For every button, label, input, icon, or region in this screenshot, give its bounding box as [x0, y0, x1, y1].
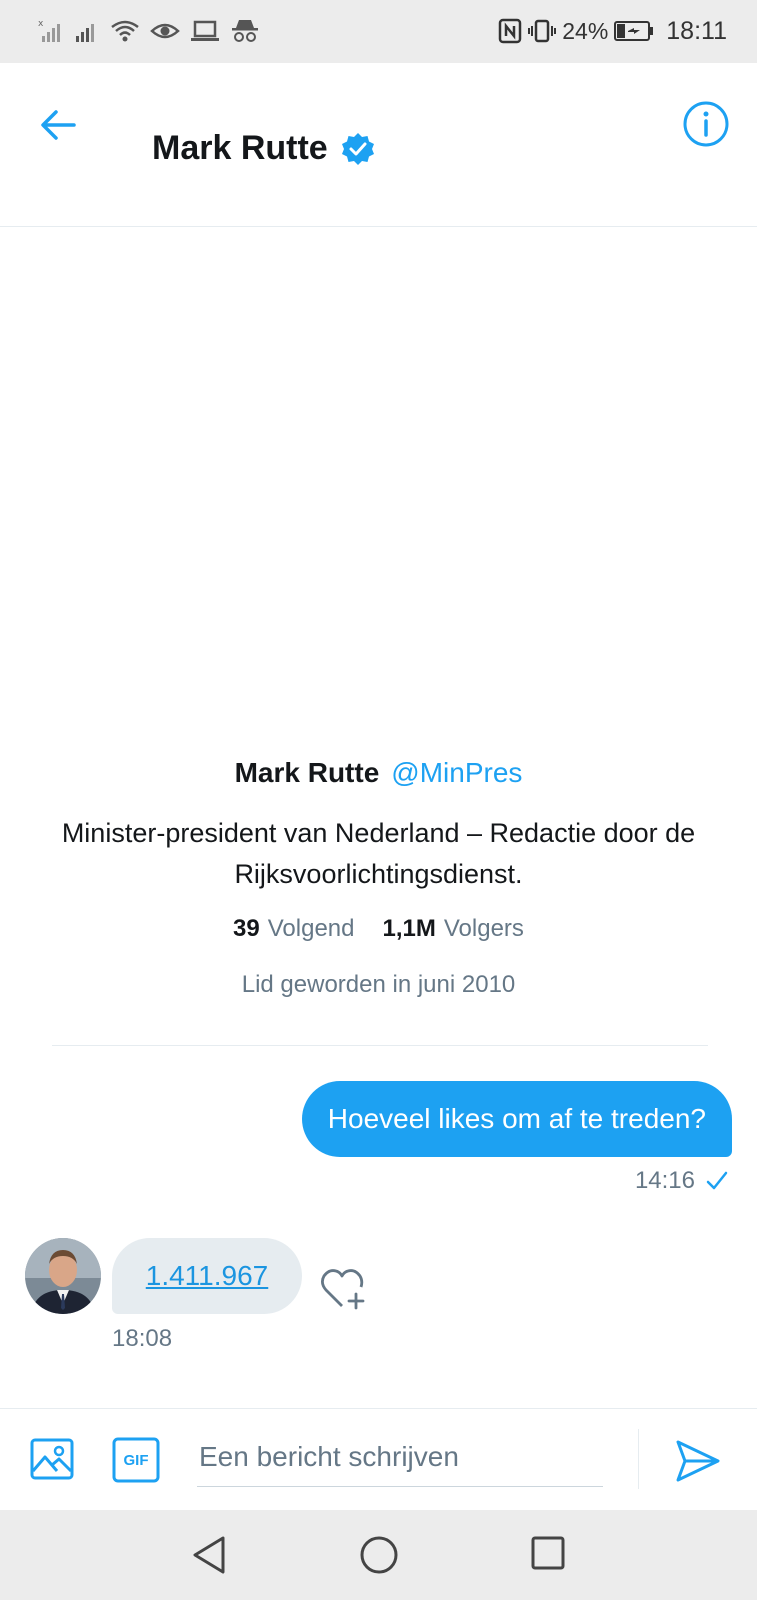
- laptop-icon: [190, 18, 220, 44]
- following-stat[interactable]: 39 Volgend: [233, 915, 354, 943]
- sent-message-meta: 14:16: [635, 1167, 729, 1195]
- gif-label: GIF: [123, 1451, 149, 1469]
- profile-stats: 39 Volgend 1,1M Volgers: [0, 915, 757, 943]
- incognito-icon: [230, 18, 260, 44]
- status-bar: x 24% 18:11: [0, 0, 757, 63]
- signal-icon: [74, 18, 100, 44]
- circle-home-icon: [360, 1536, 398, 1574]
- eye-icon: [150, 18, 180, 44]
- like-message-button[interactable]: [320, 1266, 370, 1312]
- sent-message-bubble[interactable]: Hoeveel likes om af te treden?: [301, 1081, 732, 1157]
- status-icons-left: x: [38, 16, 260, 46]
- composer-divider: [638, 1429, 639, 1489]
- profile-divider: [52, 1045, 708, 1046]
- nav-recents-button[interactable]: [530, 1535, 566, 1571]
- received-message-link[interactable]: 1.411.967: [146, 1260, 269, 1292]
- wifi-icon: [110, 18, 140, 44]
- message-input[interactable]: [197, 1427, 603, 1487]
- sender-avatar[interactable]: [25, 1238, 101, 1314]
- received-message-bubble: 1.411.967: [112, 1238, 302, 1314]
- info-button[interactable]: [682, 100, 730, 148]
- battery-charging-icon: [614, 19, 654, 43]
- profile-summary: Mark Rutte @MinPres Minister-president v…: [0, 757, 757, 999]
- nav-home-button[interactable]: [358, 1534, 400, 1576]
- status-icons-right: 24% 18:11: [498, 16, 727, 46]
- triangle-back-icon: [193, 1536, 225, 1574]
- send-icon: [676, 1440, 720, 1482]
- info-icon: [683, 101, 729, 147]
- header-title: Mark Rutte: [152, 129, 376, 168]
- profile-joined-date: Lid geworden in juni 2010: [241, 971, 516, 998]
- profile-name: Mark Rutte: [234, 757, 380, 788]
- following-count: 39: [233, 915, 260, 942]
- sent-check-icon: [706, 1171, 728, 1190]
- followers-count: 1,1M: [382, 915, 436, 942]
- profile-name-row: Mark Rutte @MinPres: [0, 757, 757, 789]
- battery-percent: 24%: [562, 17, 609, 44]
- profile-handle[interactable]: @MinPres: [391, 757, 522, 789]
- conversation-title: Mark Rutte: [152, 129, 328, 167]
- nav-back-button[interactable]: [190, 1534, 230, 1576]
- conversation-header: Mark Rutte: [0, 63, 757, 227]
- followers-label: Volgers: [443, 915, 524, 942]
- square-recents-icon: [531, 1536, 565, 1570]
- verified-badge-icon: [341, 132, 374, 165]
- back-arrow-icon: [41, 110, 76, 140]
- back-button[interactable]: [38, 103, 82, 147]
- following-label: Volgend: [267, 915, 355, 942]
- message-composer: GIF: [0, 1408, 757, 1510]
- heart-plus-icon: [321, 1269, 365, 1310]
- send-button[interactable]: [675, 1439, 721, 1483]
- system-navigation-bar: [0, 1510, 757, 1600]
- no-signal-icon: x: [38, 18, 64, 44]
- add-gif-button[interactable]: GIF: [112, 1437, 160, 1483]
- status-time: 18:11: [666, 16, 727, 45]
- image-icon: [30, 1438, 74, 1480]
- followers-stat[interactable]: 1,1M Volgers: [383, 915, 524, 943]
- received-message-time: 18:08: [112, 1325, 173, 1352]
- add-media-button[interactable]: [30, 1437, 74, 1481]
- sent-message-time: 14:16: [634, 1167, 695, 1194]
- svg-text:x: x: [38, 19, 44, 29]
- profile-bio: Minister-president van Nederland – Redac…: [61, 818, 696, 889]
- nfc-icon: [498, 18, 522, 44]
- vibrate-icon: [528, 18, 557, 44]
